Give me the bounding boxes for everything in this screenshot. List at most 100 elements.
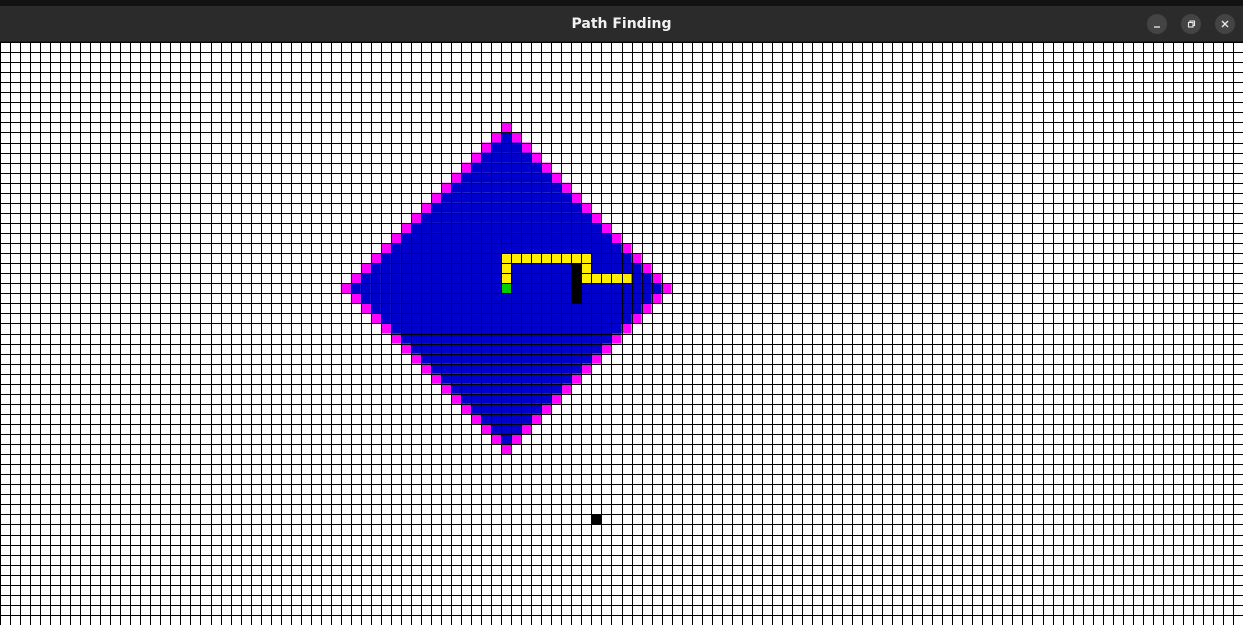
- visited-cell[interactable]: [421, 253, 432, 264]
- visited-cell[interactable]: [641, 283, 652, 294]
- visited-cell[interactable]: [451, 373, 462, 384]
- visited-cell[interactable]: [511, 273, 522, 284]
- visited-cell[interactable]: [581, 333, 592, 344]
- path-finding-grid[interactable]: [0, 42, 1243, 625]
- visited-cell[interactable]: [571, 303, 582, 314]
- frontier-cell[interactable]: [631, 313, 642, 324]
- visited-cell[interactable]: [481, 172, 492, 183]
- frontier-cell[interactable]: [501, 444, 512, 455]
- visited-cell[interactable]: [410, 232, 422, 244]
- visited-cell[interactable]: [491, 192, 502, 203]
- visited-cell[interactable]: [541, 212, 552, 223]
- visited-cell[interactable]: [360, 283, 371, 294]
- visited-cell[interactable]: [431, 353, 442, 364]
- visited-cell[interactable]: [601, 243, 612, 254]
- visited-cell[interactable]: [471, 363, 482, 374]
- visited-cell[interactable]: [491, 172, 502, 183]
- frontier-cell[interactable]: [400, 343, 411, 354]
- visited-cell[interactable]: [611, 293, 622, 304]
- visited-cell[interactable]: [591, 313, 602, 324]
- visited-cell[interactable]: [561, 373, 572, 384]
- visited-cell[interactable]: [431, 243, 442, 254]
- visited-cell[interactable]: [601, 232, 612, 244]
- visited-cell[interactable]: [561, 303, 572, 314]
- visited-cell[interactable]: [581, 212, 592, 223]
- visited-cell[interactable]: [501, 142, 512, 153]
- visited-cell[interactable]: [441, 313, 452, 324]
- visited-cell[interactable]: [551, 383, 562, 394]
- visited-cell[interactable]: [471, 212, 482, 223]
- visited-cell[interactable]: [511, 232, 522, 244]
- visited-cell[interactable]: [561, 283, 572, 294]
- wall-cell[interactable]: [571, 293, 582, 304]
- visited-cell[interactable]: [531, 273, 542, 284]
- visited-cell[interactable]: [501, 212, 512, 223]
- visited-cell[interactable]: [601, 293, 612, 304]
- visited-cell[interactable]: [380, 263, 391, 274]
- visited-cell[interactable]: [561, 212, 572, 223]
- frontier-cell[interactable]: [451, 172, 462, 183]
- visited-cell[interactable]: [511, 222, 522, 233]
- frontier-cell[interactable]: [611, 232, 622, 244]
- visited-cell[interactable]: [521, 243, 532, 254]
- visited-cell[interactable]: [511, 413, 522, 424]
- visited-cell[interactable]: [421, 293, 432, 304]
- visited-cell[interactable]: [571, 222, 582, 233]
- frontier-cell[interactable]: [541, 403, 552, 414]
- visited-cell[interactable]: [481, 343, 492, 354]
- visited-cell[interactable]: [631, 283, 642, 294]
- visited-cell[interactable]: [451, 383, 462, 394]
- visited-cell[interactable]: [521, 413, 532, 424]
- visited-cell[interactable]: [471, 323, 482, 334]
- visited-cell[interactable]: [541, 313, 552, 324]
- frontier-cell[interactable]: [461, 403, 472, 414]
- visited-cell[interactable]: [501, 373, 512, 384]
- frontier-cell[interactable]: [531, 152, 542, 163]
- frontier-cell[interactable]: [461, 162, 472, 173]
- visited-cell[interactable]: [511, 333, 522, 344]
- visited-cell[interactable]: [561, 192, 572, 203]
- visited-cell[interactable]: [421, 273, 432, 284]
- visited-cell[interactable]: [541, 273, 552, 284]
- visited-cell[interactable]: [461, 212, 472, 223]
- visited-cell[interactable]: [390, 293, 401, 304]
- title-bar[interactable]: Path Finding: [0, 6, 1243, 42]
- visited-cell[interactable]: [621, 303, 632, 314]
- visited-cell[interactable]: [581, 313, 592, 324]
- visited-cell[interactable]: [370, 283, 381, 294]
- visited-cell[interactable]: [571, 343, 582, 354]
- visited-cell[interactable]: [461, 283, 472, 294]
- visited-cell[interactable]: [400, 303, 411, 314]
- visited-cell[interactable]: [561, 293, 572, 304]
- visited-cell[interactable]: [441, 202, 452, 213]
- visited-cell[interactable]: [461, 263, 472, 274]
- visited-cell[interactable]: [541, 293, 552, 304]
- visited-cell[interactable]: [561, 353, 572, 364]
- visited-cell[interactable]: [501, 132, 512, 143]
- visited-cell[interactable]: [581, 343, 592, 354]
- visited-cell[interactable]: [581, 222, 592, 233]
- visited-cell[interactable]: [390, 313, 401, 324]
- visited-cell[interactable]: [421, 212, 432, 223]
- visited-cell[interactable]: [511, 403, 522, 414]
- visited-cell[interactable]: [491, 333, 502, 344]
- visited-cell[interactable]: [511, 423, 522, 435]
- visited-cell[interactable]: [641, 273, 652, 284]
- path-cell[interactable]: [571, 253, 582, 264]
- visited-cell[interactable]: [410, 273, 422, 284]
- frontier-cell[interactable]: [641, 303, 652, 314]
- visited-cell[interactable]: [501, 434, 512, 445]
- visited-cell[interactable]: [611, 303, 622, 314]
- frontier-cell[interactable]: [380, 323, 391, 334]
- visited-cell[interactable]: [441, 353, 452, 364]
- visited-cell[interactable]: [431, 212, 442, 223]
- visited-cell[interactable]: [521, 222, 532, 233]
- visited-cell[interactable]: [531, 293, 542, 304]
- visited-cell[interactable]: [491, 142, 502, 153]
- visited-cell[interactable]: [641, 293, 652, 304]
- visited-cell[interactable]: [501, 363, 512, 374]
- visited-cell[interactable]: [491, 232, 502, 244]
- visited-cell[interactable]: [481, 363, 492, 374]
- visited-cell[interactable]: [471, 162, 482, 173]
- visited-cell[interactable]: [431, 283, 442, 294]
